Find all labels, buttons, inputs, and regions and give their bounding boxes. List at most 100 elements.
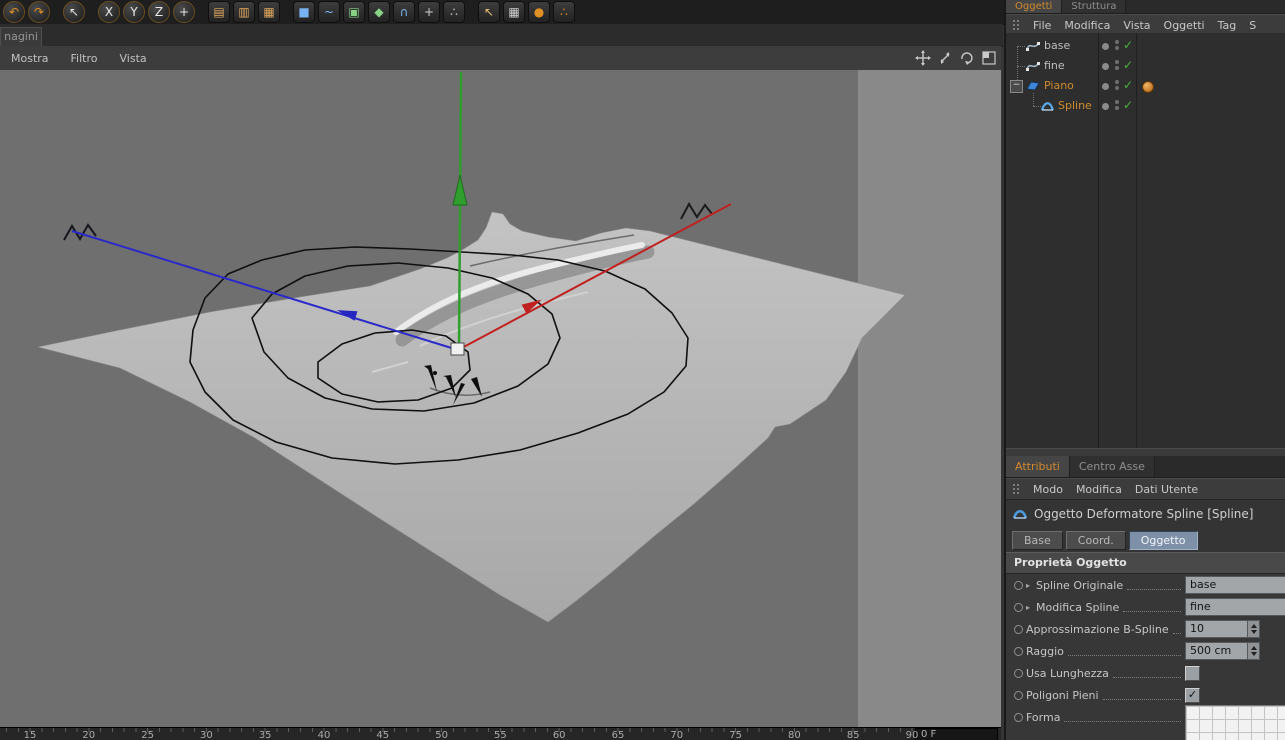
animation-dot-icon[interactable] (1014, 712, 1023, 722)
visibility-dots-icon[interactable] (1115, 80, 1119, 92)
spinner-control[interactable] (1248, 620, 1260, 638)
viewport-canvas[interactable] (0, 70, 1001, 727)
timeline-tick-label: 50 (435, 730, 448, 740)
picture-viewer-tab[interactable]: nagini (0, 27, 42, 47)
timeline-ruler[interactable]: 0 F 15 20 25 30 35 40 45 50 55 60 65 70 75 80 85 90 (0, 727, 1001, 740)
tab-attributi[interactable]: Attributi (1006, 456, 1070, 477)
nurbs-icon[interactable]: ∩ (393, 1, 415, 23)
om-menu-vista[interactable]: Vista (1123, 19, 1150, 32)
enabled-check-icon[interactable]: ✓ (1123, 58, 1133, 72)
undo-icon[interactable]: ↶ (3, 1, 25, 23)
visibility-dots-icon[interactable] (1115, 60, 1119, 72)
am-menu-modo[interactable]: Modo (1033, 483, 1063, 496)
animation-dot-icon[interactable] (1014, 602, 1023, 612)
object-label[interactable]: fine (1044, 59, 1065, 72)
live-selection-icon[interactable]: ↖ (63, 1, 85, 23)
spinner-control[interactable] (1248, 642, 1260, 660)
move-tool-icon[interactable]: ↖ (478, 1, 500, 23)
kernel-dots-icon[interactable]: ∴ (553, 1, 575, 23)
deformer-icon[interactable]: ◆ (368, 1, 390, 23)
am-menu-dati-utente[interactable]: Dati Utente (1135, 483, 1198, 496)
zoom-view-icon[interactable] (937, 50, 953, 66)
viewport-menubar: Mostra Filtro Vista (0, 46, 1001, 71)
dotted-leader (1172, 624, 1181, 634)
y-axis-lock-icon[interactable]: Y (123, 1, 145, 23)
om-menu-oggetti[interactable]: Oggetti (1164, 19, 1205, 32)
collapse-expander-icon[interactable]: − (1010, 80, 1023, 93)
enabled-check-icon[interactable]: ✓ (1123, 98, 1133, 112)
render-region-icon[interactable]: ▥ (233, 1, 255, 23)
menu-vista[interactable]: Vista (109, 52, 158, 65)
globe-icon[interactable]: ● (528, 1, 550, 23)
om-menu-modifica[interactable]: Modifica (1064, 19, 1110, 32)
tab-struttura[interactable]: Struttura (1062, 0, 1127, 13)
tree-row-base[interactable]: base ✓ (1006, 36, 1285, 56)
modifica-spline-field[interactable]: fine (1185, 598, 1285, 616)
redo-icon[interactable]: ↷ (28, 1, 50, 23)
animation-dot-icon[interactable] (1014, 646, 1023, 656)
object-label[interactable]: base (1044, 39, 1070, 52)
tree-row-piano[interactable]: − Piano ✓ (1006, 76, 1285, 96)
viewport-side-band (858, 70, 1001, 727)
coordinate-system-icon[interactable]: + (173, 1, 195, 23)
panel-grip-icon[interactable] (1012, 483, 1020, 495)
disclosure-icon[interactable]: ▸ (1026, 581, 1036, 590)
menu-mostra[interactable]: Mostra (0, 52, 60, 65)
layer-dot-icon[interactable] (1102, 103, 1109, 110)
current-frame-field[interactable]: 0 F (915, 728, 998, 740)
toggle-view-icon[interactable] (981, 50, 997, 66)
forma-spline-grid[interactable] (1185, 705, 1285, 740)
animation-dot-icon[interactable] (1014, 690, 1023, 700)
scene-tools-icon[interactable]: + (418, 1, 440, 23)
spline-originale-field[interactable]: base (1185, 576, 1285, 594)
visibility-dots-icon[interactable] (1115, 40, 1119, 52)
render-settings-icon[interactable]: ▦ (258, 1, 280, 23)
axis-origin-handle[interactable] (450, 342, 465, 356)
animation-dot-icon[interactable] (1014, 580, 1023, 590)
dotted-leader (1067, 646, 1181, 656)
usa-lunghezza-checkbox[interactable] (1185, 665, 1200, 681)
om-menu-tag[interactable]: Tag (1218, 19, 1237, 32)
rotate-view-icon[interactable] (959, 50, 975, 66)
tree-row-spline[interactable]: Spline ✓ (1006, 96, 1285, 116)
tree-row-fine[interactable]: fine ✓ (1006, 56, 1285, 76)
approssimazione-field[interactable]: 10 (1185, 620, 1248, 638)
menu-filtro[interactable]: Filtro (60, 52, 109, 65)
spline-pen-icon[interactable]: ~ (318, 1, 340, 23)
phong-tag-icon[interactable] (1142, 81, 1154, 93)
animation-dot-icon[interactable] (1014, 668, 1023, 678)
render-view-icon[interactable]: ▤ (208, 1, 230, 23)
animation-dot-icon[interactable] (1014, 624, 1023, 634)
tab-centro-asse[interactable]: Centro Asse (1069, 456, 1155, 477)
poligoni-pieni-checkbox[interactable]: ✓ (1185, 687, 1200, 703)
z-axis-lock-icon[interactable]: Z (148, 1, 170, 23)
pan-view-icon[interactable] (915, 50, 931, 66)
toolbar-separator (53, 2, 60, 22)
array-object-icon[interactable]: ▣ (343, 1, 365, 23)
raggio-field[interactable]: 500 cm (1185, 642, 1248, 660)
enabled-check-icon[interactable]: ✓ (1123, 38, 1133, 52)
visibility-dots-icon[interactable] (1115, 100, 1119, 112)
object-label[interactable]: Piano (1044, 79, 1074, 92)
layer-dot-icon[interactable] (1102, 83, 1109, 90)
panel-grip-icon[interactable] (1012, 19, 1020, 31)
layer-dot-icon[interactable] (1102, 43, 1109, 50)
section-tab-oggetto[interactable]: Oggetto (1128, 530, 1198, 550)
primitive-cube-icon[interactable]: ■ (293, 1, 315, 23)
section-tab-base[interactable]: Base (1012, 530, 1063, 550)
object-label[interactable]: Spline (1058, 99, 1092, 112)
am-menu-modifica[interactable]: Modifica (1076, 483, 1122, 496)
viewport-3d[interactable] (0, 70, 1001, 727)
structure-table-icon[interactable]: ▦ (503, 1, 525, 23)
enabled-check-icon[interactable]: ✓ (1123, 78, 1133, 92)
x-axis-lock-icon[interactable]: X (98, 1, 120, 23)
section-tab-coord[interactable]: Coord. (1065, 530, 1126, 550)
particles-icon[interactable]: ∴ (443, 1, 465, 23)
tab-oggetti[interactable]: Oggetti (1006, 0, 1063, 13)
disclosure-icon[interactable]: ▸ (1026, 603, 1036, 612)
group-header[interactable]: Proprietà Oggetto (1006, 552, 1285, 574)
viewport-nav-icons (915, 50, 997, 66)
layer-dot-icon[interactable] (1102, 63, 1109, 70)
om-menu-file[interactable]: File (1033, 19, 1051, 32)
om-menu-segnalibri[interactable]: S (1249, 19, 1256, 32)
